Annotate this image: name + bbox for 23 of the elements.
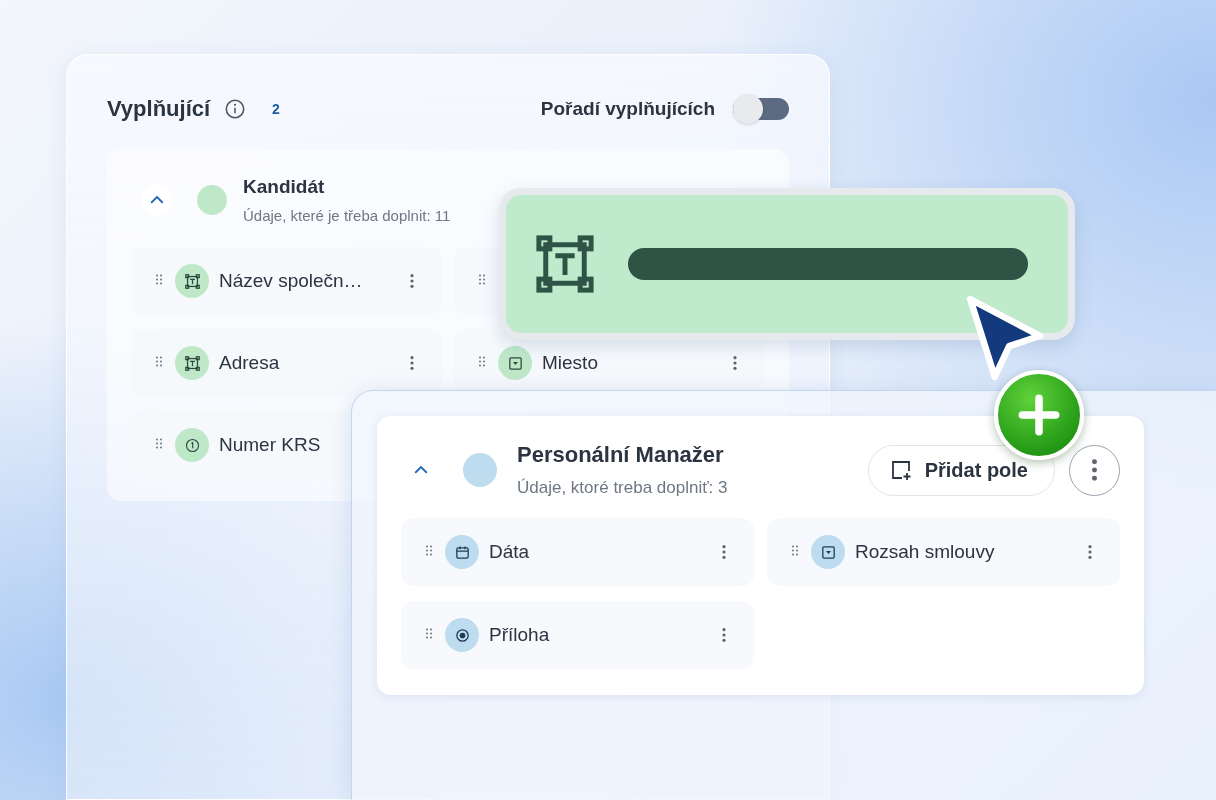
group-subtitle: Údaje, které je třeba doplnit: 11 bbox=[243, 207, 451, 224]
add-field-button[interactable]: Přidat pole bbox=[867, 444, 1055, 496]
field-label: Numer KRS bbox=[219, 434, 322, 456]
field-label: Miesto bbox=[542, 352, 599, 374]
count-label: 2 bbox=[272, 101, 280, 117]
more-icon bbox=[1091, 459, 1098, 481]
order-label: Pořadí vyplňujících bbox=[540, 98, 715, 120]
more-button[interactable] bbox=[1069, 444, 1120, 496]
group-title: Kandidát bbox=[243, 176, 326, 198]
field-label: Dáta bbox=[489, 541, 531, 563]
field-tile[interactable]: Rozsah smlouvy bbox=[767, 518, 1120, 586]
field-label: Adresa bbox=[219, 352, 281, 374]
field-label: Příloha bbox=[489, 624, 551, 646]
dragged-field-card[interactable] bbox=[499, 188, 1075, 340]
field-tile[interactable]: Příloha bbox=[401, 601, 754, 669]
group-title: Personální Manažer bbox=[517, 442, 725, 468]
group-subtitle: Údaje, ktoré treba doplniť: 3 bbox=[517, 478, 728, 498]
info-icon bbox=[224, 98, 247, 120]
panel-title: Vyplňující bbox=[107, 96, 211, 122]
collapse-button[interactable] bbox=[141, 184, 173, 216]
field-label: Název společn… bbox=[219, 270, 364, 292]
field-label: Rozsah smlouvy bbox=[855, 541, 996, 563]
field-tile[interactable]: Dáta bbox=[401, 518, 754, 586]
